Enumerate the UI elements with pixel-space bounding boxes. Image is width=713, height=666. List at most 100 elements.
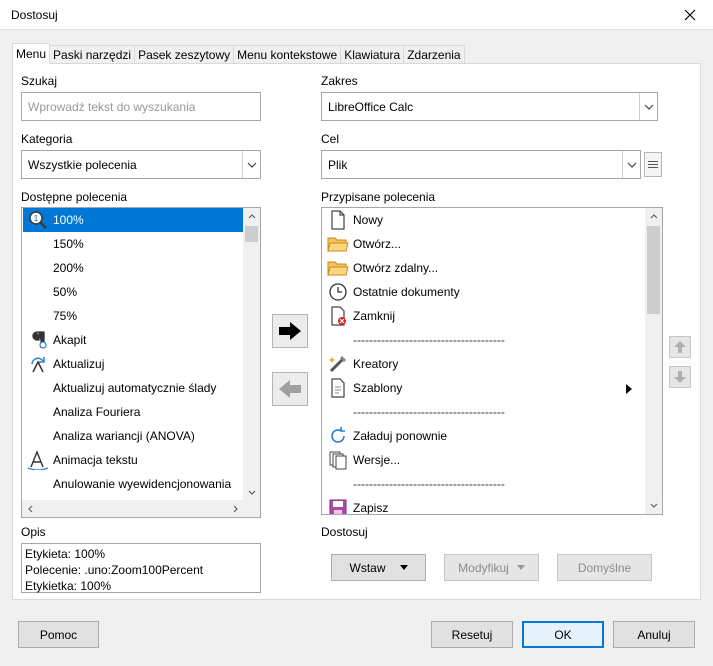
available-item-label: Analiza Fouriera [53,405,141,419]
scroll-left-icon[interactable] [22,500,39,517]
no-icon-placeholder [23,376,53,400]
no-icon-placeholder [23,232,53,256]
scroll-right-icon[interactable] [227,500,244,517]
available-list-item[interactable]: 200% [23,256,245,280]
wizard-icon [323,352,353,376]
modify-button[interactable]: Modyfikuj [444,554,539,581]
ok-button[interactable]: OK [522,621,604,648]
assigned-list-item[interactable]: -------------------------------------- [323,328,645,352]
assigned-list-item[interactable]: Nowy [323,208,645,232]
scroll-thumb[interactable] [245,226,258,242]
tab-bar: Menu Paski narzędzi Pasek zeszytowy Menu… [12,43,465,64]
tab-notebookbar[interactable]: Pasek zeszytowy [134,45,235,64]
available-list-item[interactable]: Aktualizuj automatycznie ślady [23,376,245,400]
scope-select[interactable]: LibreOffice Calc [321,92,658,121]
assigned-item-label: Kreatory [353,357,399,371]
open-folder-icon [323,232,353,256]
modify-button-label: Modyfikuj [458,560,509,575]
assigned-list-item[interactable]: -------------------------------------- [323,472,645,496]
assigned-commands-label: Przypisane polecenia [321,190,436,204]
no-icon-placeholder [323,400,353,424]
assigned-list-item[interactable]: Załaduj ponownie [323,424,645,448]
no-icon-placeholder [23,424,53,448]
close-document-icon [323,304,353,328]
available-list-item[interactable]: 150% [23,232,245,256]
help-button[interactable]: Pomoc [18,621,99,648]
reset-button[interactable]: Resetuj [431,621,513,648]
tab-toolbars[interactable]: Paski narzędzi [49,45,136,64]
assigned-list-item[interactable]: Ostatnie dokumenty [323,280,645,304]
no-icon-placeholder [23,280,53,304]
assigned-list-item[interactable]: Zapisz [323,496,645,515]
assigned-list-item[interactable]: Otwórz... [323,232,645,256]
available-commands-list[interactable]: 1 100% 150% 200% 50% 75% Akapit Aktualizuj Aktua… [21,207,261,518]
move-down-button[interactable] [669,366,691,388]
assigned-item-label: Ostatnie dokumenty [353,285,460,299]
scroll-down-icon[interactable] [243,484,260,501]
assigned-list-item[interactable]: Szablony [323,376,645,400]
defaults-button[interactable]: Domyślne [557,554,652,581]
available-list-item[interactable]: Anulowanie wyewidencjonowania [23,472,245,496]
scroll-down-icon[interactable] [645,497,662,514]
assigned-list-item[interactable]: -------------------------------------- [323,400,645,424]
assigned-list-item[interactable]: Wersje... [323,448,645,472]
assigned-item-label: Zapisz [353,501,389,515]
arrow-right-icon [279,322,301,340]
add-command-button[interactable] [272,314,308,348]
cancel-button[interactable]: Anuluj [613,621,695,648]
assigned-item-label: -------------------------------------- [353,477,505,491]
target-select[interactable]: Plik [321,150,641,179]
tab-menu[interactable]: Menu [12,43,51,64]
available-list-item[interactable]: Akapit [23,328,245,352]
available-vertical-scrollbar[interactable] [243,208,260,501]
available-list-item[interactable]: 75% [23,304,245,328]
available-horizontal-scrollbar[interactable] [22,500,244,517]
dropdown-arrow-icon [516,565,525,570]
no-icon-placeholder [23,472,53,496]
assigned-item-label: Szablony [353,381,403,395]
close-icon [684,9,696,21]
assigned-vertical-scrollbar[interactable] [645,208,662,514]
tab-events[interactable]: Zdarzenia [403,45,465,64]
scroll-thumb[interactable] [647,226,660,314]
close-window-button[interactable] [667,0,713,30]
new-document-icon [323,208,353,232]
assigned-list-item[interactable]: Kreatory [323,352,645,376]
available-item-label: 200% [53,261,84,275]
text-animation-icon [23,448,53,472]
hamburger-icon [648,161,658,162]
search-input[interactable]: Wprowadź tekst do wyszukania [21,92,261,121]
available-item-label: 100% [53,213,84,227]
tab-keyboard[interactable]: Klawiatura [340,45,405,64]
assigned-list-item[interactable]: Zamknij [323,304,645,328]
available-list-item[interactable]: 1 100% [23,208,245,232]
scroll-up-icon[interactable] [243,208,260,225]
available-list-item[interactable]: Aktualizuj [23,352,245,376]
tab-context-menus[interactable]: Menu kontekstowe [233,45,342,64]
help-button-label: Pomoc [39,627,78,642]
assigned-list-item[interactable]: Otwórz zdalny... [323,256,645,280]
available-list-item[interactable]: Analiza wariancji (ANOVA) [23,424,245,448]
category-select[interactable]: Wszystkie polecenia [21,150,261,179]
assigned-commands-list[interactable]: Nowy Otwórz... Otwórz zdalny... Ostatnie do… [321,207,663,515]
assigned-item-label: Zamknij [353,309,396,323]
available-item-label: 50% [53,285,78,299]
customize-label: Dostosuj [321,525,368,539]
scope-label: Zakres [321,74,358,88]
move-up-button[interactable] [669,336,691,358]
assigned-item-label: -------------------------------------- [353,405,505,419]
available-list-item[interactable]: Animacja tekstu [23,448,245,472]
available-list-item[interactable]: 50% [23,280,245,304]
scroll-up-icon[interactable] [645,208,662,225]
description-box: Etykieta: 100% Polecenie: .uno:Zoom100Pe… [21,543,261,593]
available-item-label: Aktualizuj automatycznie ślady [53,381,217,395]
available-list-item[interactable]: Analiza Fouriera [23,400,245,424]
no-icon-placeholder [23,304,53,328]
remove-command-button[interactable] [272,372,308,406]
target-menu-button[interactable] [644,152,662,177]
available-commands-label: Dostępne polecenia [21,190,128,204]
templates-icon [323,376,353,400]
description-label: Opis [21,525,46,539]
insert-button[interactable]: Wstaw [331,554,426,581]
assigned-item-label: Nowy [353,213,384,227]
